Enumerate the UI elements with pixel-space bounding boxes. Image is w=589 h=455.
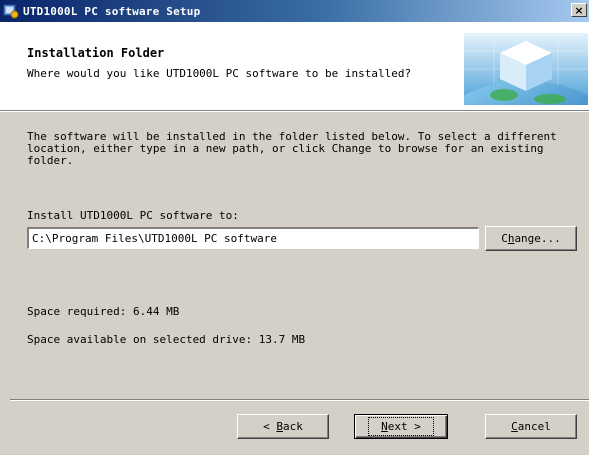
change-button-label-post: ange... — [514, 232, 561, 245]
header-panel: Installation Folder Where would you like… — [0, 22, 589, 161]
install-location-label: Install UTD1000L PC software to: — [27, 209, 239, 222]
change-button[interactable]: Ch ange... — [485, 226, 577, 251]
header-divider — [0, 111, 589, 112]
next-button-mnemonic: N — [381, 420, 388, 433]
back-button-mnemonic: B — [276, 420, 283, 433]
window-title: UTD1000L PC software Setup — [23, 4, 201, 18]
next-button-label-post: ext > — [387, 420, 421, 433]
next-button-focus: Next > — [368, 417, 434, 436]
description-text: The software will be installed in the fo… — [27, 130, 557, 167]
change-button-mnemonic: h — [507, 232, 515, 245]
back-button-label-pre: < — [263, 420, 277, 433]
footer-separator-highlight — [10, 400, 589, 401]
space-available-text: Space available on selected drive: 13.7 … — [27, 333, 306, 346]
change-button-label-pre: C — [501, 232, 508, 245]
close-icon[interactable]: × — [571, 3, 587, 17]
back-button-label-post: ack — [283, 420, 303, 433]
cancel-button-label-post: ancel — [517, 420, 551, 433]
setup-window: UTD1000L PC software Setup × Installatio… — [0, 0, 589, 455]
title-bar[interactable]: UTD1000L PC software Setup × — [0, 0, 589, 22]
space-required-text: Space required: 6.44 MB — [27, 305, 180, 318]
installer-app-icon — [3, 3, 19, 19]
cancel-button[interactable]: Cancel — [485, 414, 577, 439]
install-path-input[interactable] — [27, 227, 479, 249]
back-button[interactable]: < Back — [237, 414, 329, 439]
page-subtitle: Where would you like UTD1000L PC softwar… — [27, 67, 412, 80]
cancel-button-mnemonic: C — [511, 420, 518, 433]
cube-globe-logo-icon — [446, 33, 589, 161]
next-button[interactable]: Next > — [354, 414, 448, 439]
page-title: Installation Folder — [27, 46, 165, 60]
